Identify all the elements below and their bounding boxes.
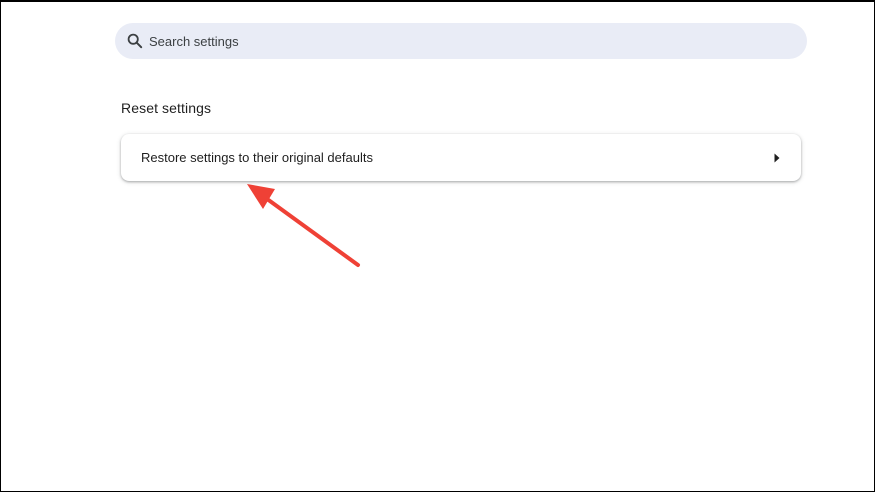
settings-page: Reset settings Restore settings to their… xyxy=(0,0,875,492)
annotation-arrow-icon xyxy=(247,184,360,267)
